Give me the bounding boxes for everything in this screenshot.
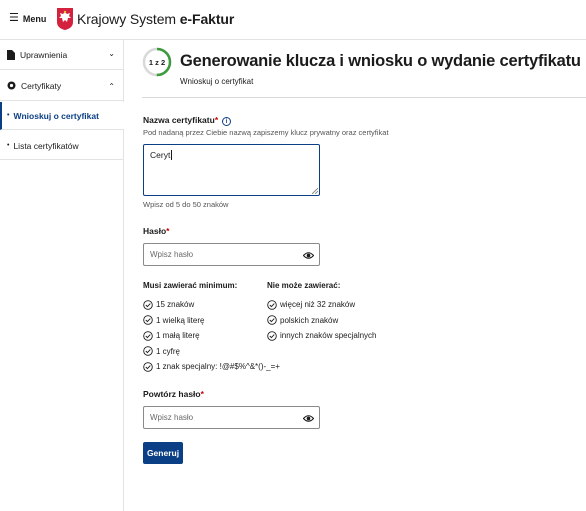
required-mark: *	[166, 226, 170, 236]
generate-button[interactable]: Generuj	[143, 442, 183, 464]
step-label: 1 z 2	[148, 57, 166, 67]
must-contain-list: 15 znaków 1 wielką literę 1 małą literę …	[143, 297, 280, 375]
brand-prefix: Krajowy System	[77, 11, 180, 27]
sidebar-item-lista-certyfikatow[interactable]: • Lista certyfikatów	[0, 132, 124, 160]
requirement-item: 1 wielką literę	[143, 313, 280, 329]
sidebar-item-certyfikaty[interactable]: Certyfikaty ⌃	[0, 71, 124, 101]
document-icon	[7, 49, 15, 60]
password-placeholder: Wpisz hasło	[150, 250, 194, 259]
repeat-password-placeholder: Wpisz hasło	[150, 413, 194, 422]
requirement-item: 1 małą literę	[143, 328, 280, 344]
check-circle-icon	[143, 299, 153, 310]
check-circle-icon	[143, 330, 153, 341]
check-circle-icon	[267, 315, 277, 326]
sidebar: Uprawnienia ⌄ Certyfikaty ⌃ • Wnioskuj o…	[0, 40, 124, 511]
bullet-icon: •	[7, 112, 10, 119]
page-title: Generowanie klucza i wniosku o wydanie c…	[180, 52, 581, 70]
resize-handle-icon[interactable]	[312, 188, 318, 194]
brand-strong: e-Faktur	[179, 11, 235, 27]
sidebar-item-uprawnienia[interactable]: Uprawnienia ⌄	[0, 40, 124, 70]
top-bar: ☰ Menu Krajowy System e-Faktur	[0, 0, 586, 40]
cert-name-label: Nazwa certyfikatu* i	[143, 115, 232, 126]
eye-icon[interactable]	[303, 250, 314, 261]
sidebar-item-label: Uprawnienia	[20, 49, 68, 60]
required-mark: *	[214, 115, 219, 125]
requirement-item: 1 cyfrę	[143, 344, 280, 360]
hamburger-icon: ☰	[9, 12, 19, 24]
chevron-up-icon: ⌃	[108, 82, 115, 91]
repeat-password-input[interactable]: Wpisz hasło	[143, 406, 320, 429]
must-not-contain-heading: Nie może zawierać:	[267, 281, 341, 290]
requirement-item: 15 znaków	[143, 297, 280, 313]
cert-name-helper: Wpisz od 5 do 50 znaków	[143, 200, 229, 209]
check-circle-icon	[267, 330, 277, 341]
repeat-password-label: Powtórz hasło*	[143, 389, 204, 399]
header-divider	[142, 97, 586, 98]
required-mark: *	[200, 389, 204, 399]
polish-eagle-emblem-icon	[57, 8, 73, 30]
check-circle-icon	[267, 299, 277, 310]
check-circle-icon	[143, 361, 153, 372]
certificate-icon	[7, 81, 16, 90]
eye-icon[interactable]	[303, 413, 314, 424]
menu-button[interactable]: ☰ Menu	[9, 13, 46, 24]
text-caret	[171, 150, 173, 160]
sidebar-item-label: Wnioskuj o certyfikat	[13, 110, 99, 121]
step-indicator: 1 z 2	[142, 47, 172, 77]
requirement-item: 1 znak specjalny: !@#$%^&*()-_=+	[143, 359, 280, 375]
restriction-item: polskich znaków	[267, 313, 377, 329]
sidebar-item-label: Lista certyfikatów	[13, 140, 79, 151]
sidebar-item-wnioskuj[interactable]: • Wnioskuj o certyfikat	[0, 102, 124, 130]
cert-name-textarea[interactable]: Ceryt	[143, 144, 320, 196]
menu-label: Menu	[22, 13, 47, 24]
restriction-item: więcej niż 32 znaków	[267, 297, 377, 313]
restriction-item: innych znaków specjalnych	[267, 328, 377, 344]
sidebar-item-label: Certyfikaty	[21, 80, 62, 91]
cert-name-hint: Pod nadaną przez Ciebie nazwą zapiszemy …	[143, 128, 389, 137]
password-label: Hasło*	[143, 226, 170, 236]
must-contain-heading: Musi zawierać minimum:	[143, 281, 238, 290]
cert-name-value: Ceryt	[150, 150, 171, 160]
page-subtitle: Wnioskuj o certyfikat	[180, 77, 254, 86]
must-not-contain-list: więcej niż 32 znaków polskich znaków inn…	[267, 297, 377, 344]
chevron-down-icon: ⌄	[108, 49, 115, 58]
password-input[interactable]: Wpisz hasło	[143, 243, 320, 266]
info-icon[interactable]: i	[222, 117, 232, 126]
check-circle-icon	[143, 346, 153, 357]
check-circle-icon	[143, 315, 153, 326]
bullet-icon: •	[7, 142, 10, 149]
app-brand[interactable]: Krajowy System e-Faktur	[77, 11, 234, 27]
